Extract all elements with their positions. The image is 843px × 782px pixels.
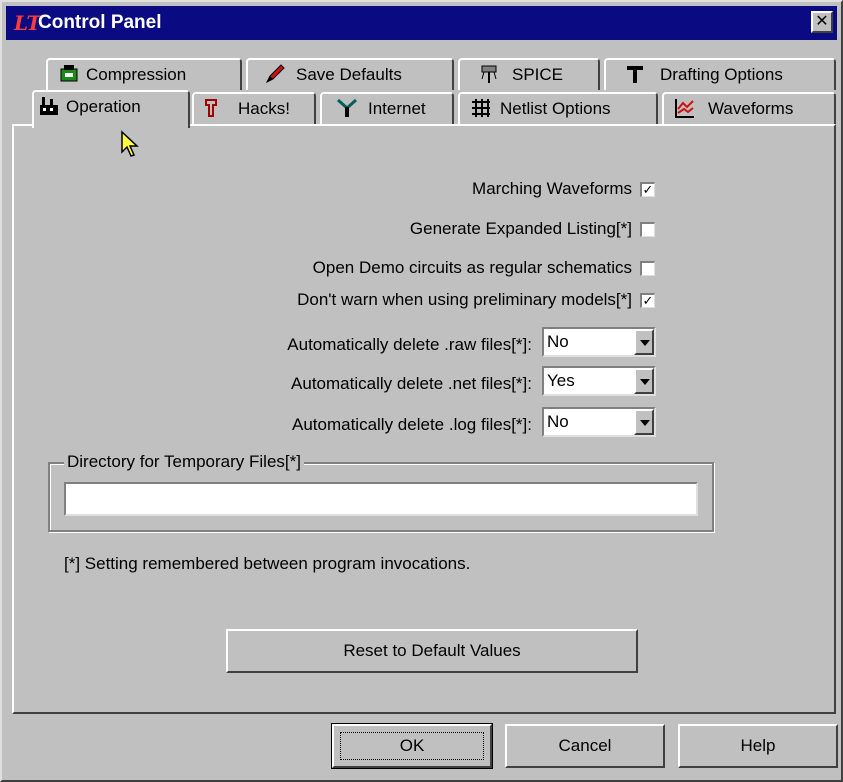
- antenna-icon: [336, 97, 358, 119]
- preliminary-models-warning-label: Don't warn when using preliminary models…: [297, 290, 632, 309]
- open-demo-circuits-checkbox[interactable]: [640, 261, 655, 276]
- probe-icon: [478, 63, 500, 85]
- delete-raw-files-label: Automatically delete .raw files[*]:: [287, 335, 532, 354]
- tab-internet[interactable]: Internet: [320, 92, 454, 124]
- generate-expanded-listing-label: Generate Expanded Listing[*]: [409, 219, 632, 238]
- reset-defaults-button[interactable]: Reset to Default Values: [226, 629, 638, 673]
- delete-net-files-select[interactable]: Yes: [542, 366, 656, 396]
- chevron-down-icon[interactable]: [634, 368, 654, 394]
- delete-log-files-label: Automatically delete .log files[*]:: [291, 415, 532, 434]
- tab-spice[interactable]: SPICE: [458, 58, 600, 90]
- temp-directory-input[interactable]: [64, 482, 698, 516]
- marching-waveforms-label: Marching Waveforms: [472, 179, 632, 198]
- close-button[interactable]: ✕: [811, 11, 833, 33]
- tab-save-defaults[interactable]: Save Defaults: [246, 58, 454, 90]
- window-title: Control Panel: [38, 12, 162, 33]
- waveform-icon: [674, 97, 696, 119]
- delete-net-files-label: Automatically delete .net files[*]:: [291, 374, 532, 393]
- marching-waveforms-checkbox[interactable]: ✓: [640, 182, 655, 197]
- control-panel-window: LT Control Panel ✕ Compression Save Defa…: [0, 0, 843, 782]
- tab-hacks[interactable]: Hacks!: [192, 92, 316, 124]
- settings-note: [*] Setting remembered between program i…: [64, 554, 471, 573]
- help-button[interactable]: Help: [678, 724, 838, 768]
- check-mark-icon: ✓: [642, 293, 654, 308]
- wrench-icon: [200, 97, 222, 119]
- mouse-pointer-icon: [121, 130, 139, 157]
- chevron-down-icon[interactable]: [634, 409, 654, 435]
- tab-operation[interactable]: Operation: [32, 90, 190, 128]
- chevron-down-icon[interactable]: [634, 329, 654, 355]
- temp-directory-group: Directory for Temporary Files[*]: [48, 452, 714, 532]
- tab-netlist-options[interactable]: Netlist Options: [458, 92, 658, 124]
- compression-icon: [58, 63, 80, 85]
- ok-button[interactable]: OK: [331, 723, 493, 769]
- tab-waveforms[interactable]: Waveforms: [662, 92, 836, 124]
- preliminary-models-warning-checkbox[interactable]: ✓: [640, 293, 655, 308]
- tab-compression[interactable]: Compression: [46, 58, 242, 90]
- generate-expanded-listing-checkbox[interactable]: [640, 222, 655, 237]
- cancel-button[interactable]: Cancel: [505, 724, 665, 768]
- pencil-icon: [264, 63, 286, 85]
- factory-icon: [38, 95, 60, 117]
- title-bar[interactable]: LT Control Panel ✕: [6, 6, 837, 40]
- hammer-icon: [624, 63, 646, 85]
- tab-drafting-options[interactable]: Drafting Options: [604, 58, 836, 90]
- grid-icon: [470, 97, 492, 119]
- delete-log-files-select[interactable]: No: [542, 407, 656, 437]
- check-mark-icon: ✓: [642, 182, 654, 197]
- open-demo-circuits-label: Open Demo circuits as regular schematics: [312, 258, 632, 277]
- temp-directory-legend: Directory for Temporary Files[*]: [64, 452, 304, 472]
- close-icon: ✕: [815, 13, 829, 30]
- delete-raw-files-select[interactable]: No: [542, 327, 656, 357]
